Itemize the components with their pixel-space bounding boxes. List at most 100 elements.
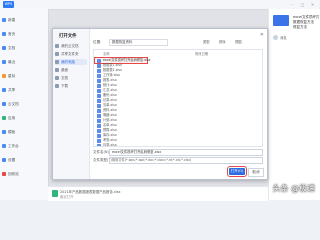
nav-icon xyxy=(2,102,6,106)
nav-item[interactable]: 回收站 xyxy=(2,171,46,177)
nav-label: 应用 xyxy=(8,116,16,120)
nav-icon xyxy=(2,74,6,78)
folder-icon xyxy=(55,60,59,64)
folder-icon xyxy=(55,68,59,72)
location-label: 位置: xyxy=(93,40,102,44)
file-icon xyxy=(97,73,101,78)
nav-item[interactable]: 最近 xyxy=(2,59,46,65)
folder-icon xyxy=(55,84,59,88)
file-icon xyxy=(97,133,101,138)
avatar[interactable] xyxy=(273,35,278,40)
dialog-sidebar-item[interactable]: 我的云文档 xyxy=(55,43,87,49)
filetype-select[interactable]: 常用文件(*.wps;*.wpt;*.doc;*.docx;*.et;*.xls… xyxy=(109,157,263,164)
folder-icon xyxy=(55,44,59,48)
filename-label: 文件名(N): xyxy=(93,150,111,154)
nav-label: 回收站 xyxy=(8,172,19,176)
dialog-sidebar-item[interactable]: 文档 xyxy=(55,75,87,81)
file-icon xyxy=(97,143,101,146)
maximize-icon[interactable]: □ xyxy=(300,2,305,7)
column-header-date[interactable]: 修改日期 xyxy=(195,51,208,56)
dialog-sidebar-label: 桌面 xyxy=(61,68,68,72)
dialog-sidebar-label: 文档 xyxy=(61,76,68,80)
nav-item[interactable]: 共享 xyxy=(2,87,46,93)
nav-icon xyxy=(2,46,6,50)
nav-label: 共享 xyxy=(8,88,16,92)
dialog-title: 打开文件 xyxy=(59,34,77,39)
file-icon xyxy=(97,83,101,88)
nav-icon xyxy=(2,130,6,134)
nav-item[interactable]: 模板 xyxy=(2,129,46,135)
nav-label: 工作台 xyxy=(8,144,19,148)
spreadsheet-icon xyxy=(52,190,58,197)
file-icon xyxy=(97,58,101,63)
nav-icon xyxy=(2,32,6,36)
watermark: 头条 @极速 xyxy=(272,184,315,193)
nav-item[interactable]: 云文档 xyxy=(2,101,46,107)
message-label: 消息 xyxy=(280,36,287,40)
location-path[interactable]: 数据恢复资料 xyxy=(109,39,168,46)
nav-item[interactable]: 文档 xyxy=(2,45,46,51)
document-thumbnail[interactable] xyxy=(273,15,289,26)
open-file-dialog: 打开文件 我的云文档共享文件夹我的电脑桌面文档下载 ✕ 位置: 数据恢复资料 类… xyxy=(52,28,268,180)
file-icon xyxy=(97,98,101,103)
file-icon xyxy=(97,88,101,93)
file-icon xyxy=(97,103,101,108)
nav-item[interactable]: 首页 xyxy=(2,31,46,37)
cancel-button[interactable]: 取消 xyxy=(248,168,264,177)
dialog-sidebar-label: 我的云文档 xyxy=(61,44,79,48)
file-icon xyxy=(97,118,101,123)
nav-label: 星标 xyxy=(8,74,16,78)
nav-icon xyxy=(2,116,6,120)
file-icon xyxy=(97,123,101,128)
recent-file-meta: 最近打开 xyxy=(60,195,74,199)
file-list[interactable]: 名称 修改日期 excel文件损坏打开乱码修复.xlsx 数据表1.xlsx 数据表… xyxy=(93,49,263,147)
file-icon xyxy=(97,63,101,68)
nav-label: 模板 xyxy=(8,130,16,134)
nav-icon xyxy=(2,88,6,92)
dialog-sidebar-item[interactable]: 我的电脑 xyxy=(55,59,87,65)
nav-icon xyxy=(2,18,6,22)
file-icon xyxy=(97,138,101,143)
minimize-icon[interactable]: – xyxy=(290,2,295,7)
nav-item[interactable]: 星标 xyxy=(2,73,46,79)
dialog-sidebar-label: 共享文件夹 xyxy=(61,52,79,56)
dialog-sidebar-item[interactable]: 下载 xyxy=(55,83,87,89)
tool-view-button[interactable]: 视图 xyxy=(235,39,242,45)
nav-item[interactable]: 应用 xyxy=(2,115,46,121)
folder-icon xyxy=(55,76,59,80)
file-name: 目录.xlsx xyxy=(103,143,117,147)
nav-icon xyxy=(2,60,6,64)
dialog-sidebar-item[interactable]: 共享文件夹 xyxy=(55,51,87,57)
tool-type-button[interactable]: 类型 xyxy=(203,39,210,45)
dialog-close-icon[interactable]: ✕ xyxy=(260,32,264,38)
right-panel: excel文件损坏打开 数据恢复方法 修复方法 消息 xyxy=(268,9,320,200)
file-icon xyxy=(97,113,101,118)
nav-item[interactable]: 工作台 xyxy=(2,143,46,149)
nav-item[interactable]: 设置 xyxy=(2,157,46,163)
file-row[interactable]: 目录.xlsx xyxy=(95,143,261,147)
folder-icon xyxy=(55,52,59,56)
app-logo[interactable]: WPS xyxy=(3,1,14,8)
nav-label: 最近 xyxy=(8,60,16,64)
column-header-name[interactable]: 名称 xyxy=(103,51,110,56)
recent-file-bar[interactable]: 2021年产品数据报表数据产品报告.xlsx 最近打开 xyxy=(48,186,268,201)
dialog-sidebar-label: 我的电脑 xyxy=(61,60,75,64)
nav-icon xyxy=(2,158,6,162)
open-button[interactable]: 打开(O) xyxy=(227,166,247,177)
file-icon xyxy=(97,128,101,133)
nav-label: 云文档 xyxy=(8,102,19,106)
left-nav: 新建首页文档最近星标共享云文档应用模板工作台设置回收站 xyxy=(0,9,49,200)
dialog-sidebar-item[interactable]: 桌面 xyxy=(55,67,87,73)
tool-sort-button[interactable]: 排序 xyxy=(219,39,226,45)
nav-label: 首页 xyxy=(8,32,16,36)
file-icon xyxy=(97,108,101,113)
nav-item[interactable]: 新建 xyxy=(2,17,46,23)
dialog-sidebar-label: 下载 xyxy=(61,84,68,88)
filename-input[interactable]: excel文件损坏打开乱码修复.xlsx xyxy=(109,149,263,156)
nav-label: 文档 xyxy=(8,46,16,50)
file-icon xyxy=(97,68,101,73)
close-icon[interactable]: ✕ xyxy=(310,2,315,7)
right-panel-caption: 修复方法 xyxy=(293,25,307,29)
file-icon xyxy=(97,93,101,98)
dialog-sidebar: 打开文件 我的云文档共享文件夹我的电脑桌面文档下载 xyxy=(53,29,90,179)
